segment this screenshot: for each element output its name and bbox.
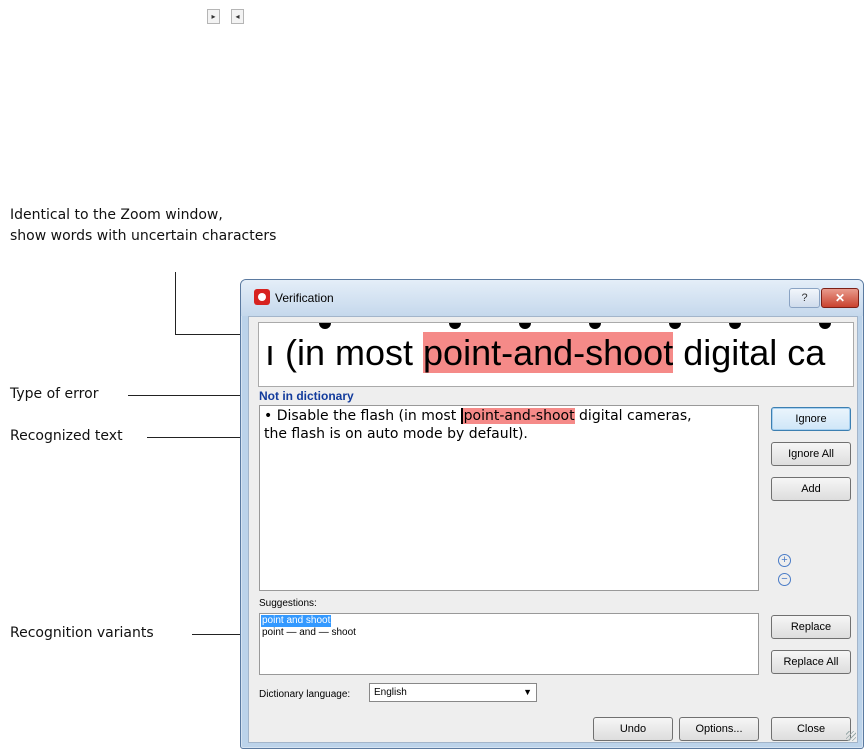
app-logo-icon xyxy=(254,289,270,305)
zoom-text-suffix: digital ca xyxy=(673,332,826,373)
callout-zoom-line1: Identical to the Zoom window, xyxy=(10,207,223,223)
zoom-preview: ı (in most point-and-shoot digital ca xyxy=(258,322,854,387)
add-button[interactable]: Add xyxy=(771,477,851,501)
suggestions-label: Suggestions: xyxy=(259,598,317,609)
callout-recognition-variants: Recognition variants xyxy=(10,625,154,641)
text-highlighted-word[interactable]: point-and-shoot xyxy=(460,408,575,424)
close-button[interactable]: Close xyxy=(771,717,851,741)
close-window-button[interactable]: ✕ xyxy=(821,288,859,308)
zoom-highlighted-word: point-and-shoot xyxy=(423,332,674,373)
dictionary-language-select[interactable]: English ▼ xyxy=(369,683,537,702)
play-left-arrow-icon[interactable]: ◂ xyxy=(231,9,244,24)
text-before-highlight: • Disable the flash (in most xyxy=(264,408,461,424)
text-after-highlight: digital cameras, xyxy=(574,408,692,424)
callout-zoom-line2: show words with uncertain characters xyxy=(10,228,277,244)
text-line-2: the flash is on auto mode by default). xyxy=(264,426,528,442)
zoom-text: ı (in most point-and-shoot digital ca xyxy=(265,330,825,376)
dictionary-language-label: Dictionary language: xyxy=(259,689,351,700)
dictionary-language-value: English xyxy=(374,687,407,698)
callout-error-type-leader xyxy=(128,395,250,396)
suggestion-item[interactable]: point — and — shoot xyxy=(261,627,357,639)
callout-recognized-text: Recognized text xyxy=(10,428,123,444)
window-title: Verification xyxy=(275,291,334,305)
verification-window: Verification ? ✕ ı (in most point-and-sh… xyxy=(240,279,864,749)
dialog-client-area: ı (in most point-and-shoot digital ca No… xyxy=(248,316,858,743)
undo-button[interactable]: Undo xyxy=(593,717,673,741)
zoom-out-icon[interactable]: − xyxy=(778,573,791,586)
callout-zoom-leader-vertical xyxy=(175,272,176,334)
recognized-text-content: • Disable the flash (in most point-and-s… xyxy=(264,407,752,443)
callout-error-type: Type of error xyxy=(10,386,99,402)
ignore-button[interactable]: Ignore xyxy=(771,407,851,431)
options-button[interactable]: Options... xyxy=(679,717,759,741)
play-right-arrow-icon[interactable]: ▸ xyxy=(207,9,220,24)
replace-all-button[interactable]: Replace All xyxy=(771,650,851,674)
zoom-text-prefix: ı (in most xyxy=(265,332,424,373)
error-type-label: Not in dictionary xyxy=(259,389,354,403)
suggestions-list[interactable]: point and shoot point — and — shoot xyxy=(259,613,759,675)
zoom-in-icon[interactable]: + xyxy=(778,554,791,567)
replace-button[interactable]: Replace xyxy=(771,615,851,639)
ignore-all-button[interactable]: Ignore All xyxy=(771,442,851,466)
help-button[interactable]: ? xyxy=(789,288,820,308)
chevron-down-icon: ▼ xyxy=(523,687,532,697)
title-bar[interactable]: Verification ? ✕ xyxy=(241,280,863,316)
recognized-text-editor[interactable]: • Disable the flash (in most point-and-s… xyxy=(259,405,759,591)
resize-grip-icon[interactable] xyxy=(846,731,856,741)
suggestion-item[interactable]: point and shoot xyxy=(261,615,332,627)
